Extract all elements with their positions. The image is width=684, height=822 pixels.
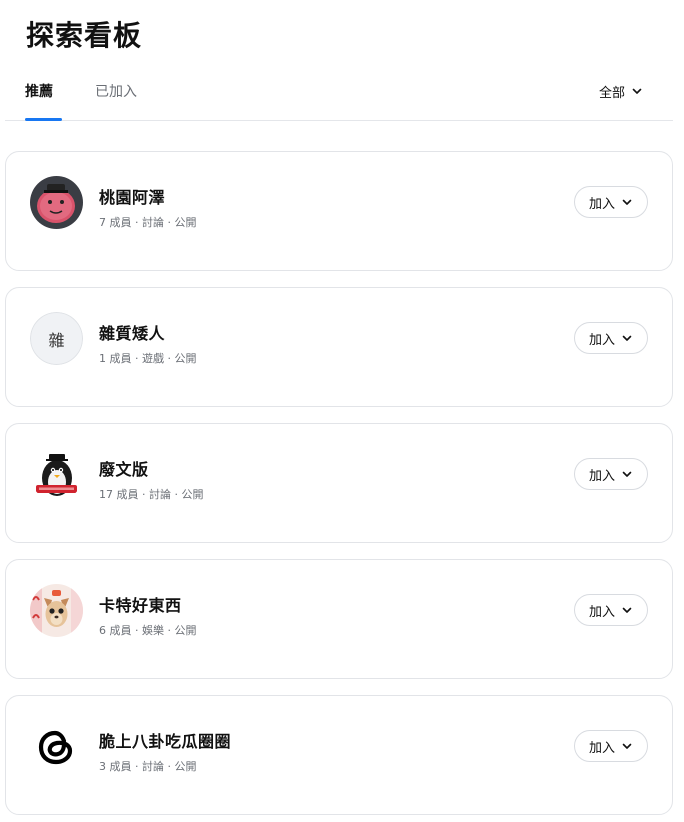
- explore-boards-page: 探索看板 推薦 已加入 全部 桃園阿澤 7 成員 · 討論 · 公開 加入 雜 …: [0, 0, 684, 822]
- tab-bar: 推薦 已加入 全部: [5, 62, 673, 121]
- board-card[interactable]: 卡特好東西 6 成員 · 娛樂 · 公開 加入: [5, 559, 673, 679]
- board-meta: 3 成員 · 討論 · 公開: [99, 760, 197, 773]
- chevron-down-icon: [622, 607, 632, 613]
- board-card[interactable]: 廢文版 17 成員 · 討論 · 公開 加入: [5, 423, 673, 543]
- board-meta: 17 成員 · 討論 · 公開: [99, 488, 204, 501]
- board-name: 卡特好東西: [99, 596, 182, 615]
- penguin-sticker-image: [30, 448, 83, 501]
- filter-label: 全部: [598, 85, 625, 101]
- chevron-down-icon: [632, 88, 642, 94]
- join-button[interactable]: 加入: [574, 730, 648, 762]
- board-name: 脆上八卦吃瓜圈圈: [99, 732, 232, 751]
- chevron-down-icon: [622, 199, 632, 205]
- chihuahua-photo-image: [30, 584, 83, 637]
- page-title: 探索看板: [26, 19, 143, 52]
- join-label: 加入: [588, 468, 615, 484]
- chevron-down-icon: [622, 335, 632, 341]
- chevron-down-icon: [622, 743, 632, 749]
- join-button[interactable]: 加入: [574, 458, 648, 490]
- join-label: 加入: [588, 332, 615, 348]
- tab-joined[interactable]: 已加入: [95, 62, 137, 120]
- board-meta: 1 成員 · 遊戲 · 公開: [99, 352, 197, 365]
- board-avatar: [30, 584, 83, 637]
- board-card[interactable]: 雜 雜質矮人 1 成員 · 遊戲 · 公開 加入: [5, 287, 673, 407]
- board-meta: 7 成員 · 討論 · 公開: [99, 216, 197, 229]
- threads-logo-icon: [30, 720, 83, 773]
- tab-recommended[interactable]: 推薦: [25, 62, 63, 120]
- filter-dropdown[interactable]: 全部: [599, 62, 643, 120]
- board-card[interactable]: 脆上八卦吃瓜圈圈 3 成員 · 討論 · 公開 加入: [5, 695, 673, 815]
- board-avatar: [30, 176, 83, 229]
- board-avatar: [30, 720, 83, 773]
- board-avatar: [30, 448, 83, 501]
- avatar-initial: 雜: [30, 312, 83, 365]
- board-avatar: 雜: [30, 312, 83, 365]
- join-label: 加入: [588, 740, 615, 756]
- board-meta: 6 成員 · 娛樂 · 公開: [99, 624, 197, 637]
- join-button[interactable]: 加入: [574, 322, 648, 354]
- board-name: 廢文版: [99, 460, 149, 479]
- join-button[interactable]: 加入: [574, 594, 648, 626]
- tab-label: 已加入: [95, 84, 137, 100]
- chevron-down-icon: [622, 471, 632, 477]
- board-name: 桃園阿澤: [99, 188, 166, 207]
- tab-label: 推薦: [25, 84, 53, 100]
- join-button[interactable]: 加入: [574, 186, 648, 218]
- pink-mascot-image: [30, 176, 83, 229]
- join-label: 加入: [588, 196, 615, 212]
- active-tab-indicator: [25, 118, 62, 121]
- board-card[interactable]: 桃園阿澤 7 成員 · 討論 · 公開 加入: [5, 151, 673, 271]
- board-name: 雜質矮人: [99, 324, 166, 343]
- join-label: 加入: [588, 604, 615, 620]
